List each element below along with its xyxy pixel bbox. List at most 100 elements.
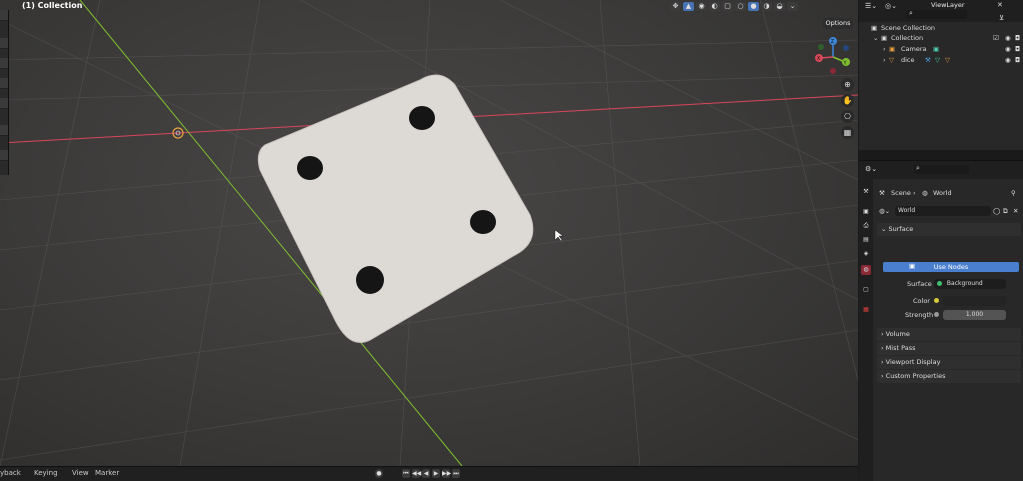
playback-menu[interactable]: yback xyxy=(0,469,21,477)
view-layer-label[interactable]: ViewLayer xyxy=(931,1,965,9)
outliner-row-camera[interactable]: › ▣ Camera ▣ ◉ ◘ xyxy=(859,45,1023,55)
world-browse-icon[interactable]: ◍⌄ xyxy=(879,207,890,215)
marker-menu[interactable]: Marker xyxy=(95,469,119,477)
view-layer-close-icon[interactable]: ✕ xyxy=(997,1,1003,9)
outliner-editor-icon[interactable]: ☰⌄ xyxy=(865,2,877,10)
search-icon: ⌕ xyxy=(909,9,913,17)
outliner-row-dice[interactable]: › ▽ dice ⚒ ▽ ▽ ◉ ◘ xyxy=(859,56,1023,66)
3d-viewport[interactable]: Y Z X (1) Collection ✥ ▲ ◉ ◐ ▢ ○ ● ◑ ◒ ⌄… xyxy=(0,0,858,466)
viewport-header-tools: ✥ ▲ ◉ ◐ ▢ ○ ● ◑ ◒ ⌄ xyxy=(670,0,798,12)
strength-value: 1.000 xyxy=(965,311,984,318)
eye-icon: ◉ xyxy=(1005,45,1011,53)
world-name-field[interactable]: World xyxy=(895,206,991,216)
jump-end-icon[interactable]: ⏭ xyxy=(452,469,460,478)
surface-shader-value: Background xyxy=(946,280,983,287)
breadcrumb-separator: › xyxy=(913,189,916,197)
outliner-panel: ☰⌄ ◎⌄ ⌕ ViewLayer ✕ ⊻ ▣ Scene Collection… xyxy=(859,0,1023,150)
outliner-header: ☰⌄ ◎⌄ ⌕ ViewLayer ✕ ⊻ xyxy=(859,0,1023,22)
options-dropdown[interactable]: Options xyxy=(823,18,853,29)
panel-label: Mist Pass xyxy=(885,344,916,352)
panel-label: Custom Properties xyxy=(885,372,946,380)
cursor-tool-icon[interactable] xyxy=(0,38,8,49)
surface-label: Surface xyxy=(907,280,932,288)
play-icon[interactable]: ▶ xyxy=(432,469,440,478)
outliner-row-collection[interactable]: ⌄ ▣ Collection ☑ ◉ ◘ xyxy=(859,34,1023,44)
prev-key-icon[interactable]: ◀◀ xyxy=(412,469,421,478)
jump-start-icon[interactable]: ⏮ xyxy=(402,469,410,478)
rotate-tool-icon[interactable] xyxy=(0,78,8,89)
properties-content: ⚒ Scene › ◍ World ⚲ ◍⌄ World ◯ ⧉ ✕ ⌄ Sur… xyxy=(875,179,1023,481)
camera-icon[interactable]: ⎔ xyxy=(841,110,854,123)
properties-editor-icon[interactable]: ⚙⌄ xyxy=(865,165,877,173)
visibility-icon[interactable]: ◐ xyxy=(709,1,720,11)
keying-menu[interactable]: Keying xyxy=(34,469,58,477)
outliner-item-label: Collection xyxy=(891,34,924,42)
mouse-cursor-icon xyxy=(554,229,564,242)
xray-icon[interactable]: ▢ xyxy=(722,1,733,11)
material-icon: ▽ xyxy=(945,56,950,64)
unlink-icon[interactable]: ✕ xyxy=(1013,207,1018,215)
scale-tool-icon[interactable] xyxy=(0,98,8,109)
shading-material-icon[interactable]: ◑ xyxy=(761,1,772,11)
scene-tab-icon[interactable]: ◈ xyxy=(861,249,871,259)
properties-panel: ⚙⌄ ⌕ ⚒ ▣ ⎙ ▤ ◈ ◍ ▢ ▦ ⚒ Scene › ◍ World ⚲… xyxy=(859,160,1023,481)
record-icon[interactable]: ● xyxy=(375,469,383,478)
render-tab-icon[interactable]: ▣ xyxy=(861,207,871,217)
shading-wire-icon[interactable]: ○ xyxy=(735,1,746,11)
snap-icon[interactable]: ▲ xyxy=(683,1,694,11)
use-nodes-button[interactable]: Use Nodes xyxy=(883,262,1019,272)
collection-tab-icon[interactable]: ▢ xyxy=(861,285,871,295)
proportional-edit-icon[interactable]: ◉ xyxy=(696,1,707,11)
dice-pip xyxy=(470,210,496,234)
filter-icon[interactable]: ◎⌄ xyxy=(885,2,897,10)
annotate-tool-icon[interactable] xyxy=(0,125,8,136)
shading-solid-icon[interactable]: ● xyxy=(748,1,759,11)
eye-icon: ◉ xyxy=(1005,56,1011,64)
next-key-icon[interactable]: ▶▶ xyxy=(442,469,451,478)
zoom-icon[interactable]: ⊕ xyxy=(841,78,854,91)
strength-socket-icon xyxy=(934,310,939,318)
texture-tab-icon[interactable]: ▦ xyxy=(861,305,871,315)
properties-search-input[interactable] xyxy=(914,165,969,174)
mesh-object-icon: ▽ xyxy=(889,56,894,64)
custom-properties-panel-header[interactable]: › Custom Properties xyxy=(877,370,1021,383)
fake-user-icon[interactable]: ◯ xyxy=(993,207,1000,215)
scene-collection-icon: ▣ xyxy=(871,24,878,32)
shader-socket-icon xyxy=(937,281,942,286)
funnel-icon[interactable]: ⊻ xyxy=(999,14,1004,22)
surface-shader-field[interactable]: Background xyxy=(934,279,1006,289)
panel-label: Volume xyxy=(885,330,910,338)
tool-tab-icon[interactable]: ⚒ xyxy=(861,187,871,197)
properties-tabs: ⚒ ▣ ⎙ ▤ ◈ ◍ ▢ ▦ xyxy=(859,179,873,481)
move-tool-icon[interactable] xyxy=(0,58,8,69)
gizmo-x-label: X xyxy=(817,56,821,62)
pin-icon[interactable]: ⚲ xyxy=(1011,189,1016,197)
viewport-grid: Y Z X xyxy=(0,0,858,466)
breadcrumb-scene: Scene xyxy=(891,189,911,197)
color-swatch[interactable] xyxy=(943,296,1006,306)
duplicate-icon[interactable]: ⧉ xyxy=(1003,207,1008,216)
select-tool-icon[interactable] xyxy=(0,10,8,21)
grid-icon[interactable]: ▦ xyxy=(841,126,854,139)
viewport-display-panel-header[interactable]: › Viewport Display xyxy=(877,356,1021,369)
shading-options-icon[interactable]: ⌄ xyxy=(787,1,798,11)
measure-tool-icon[interactable] xyxy=(0,150,8,161)
output-tab-icon[interactable]: ⎙ xyxy=(861,221,871,231)
camera-data-icon: ▣ xyxy=(933,45,940,53)
transform-pivot-icon[interactable]: ✥ xyxy=(670,1,681,11)
timeline-header: yback Keying View Marker ● ⏮ ◀◀ ◀ ▶ ▶▶ ⏭ xyxy=(0,466,858,481)
surface-panel-header[interactable]: ⌄ Surface xyxy=(877,223,1021,236)
view-layer-tab-icon[interactable]: ▤ xyxy=(861,235,871,245)
outliner-row-scene-collection[interactable]: ▣ Scene Collection xyxy=(859,24,1023,34)
panel-label: Viewport Display xyxy=(885,358,941,366)
hand-icon[interactable]: ✋ xyxy=(841,94,854,107)
shading-render-icon[interactable]: ◒ xyxy=(774,1,785,11)
play-reverse-icon[interactable]: ◀ xyxy=(422,469,430,478)
strength-field[interactable]: 1.000 xyxy=(943,310,1006,320)
outliner-search-input[interactable] xyxy=(907,10,967,19)
volume-panel-header[interactable]: › Volume xyxy=(877,328,1021,341)
world-tab-icon[interactable]: ◍ xyxy=(861,265,871,275)
view-menu[interactable]: View xyxy=(72,469,89,477)
mist-pass-panel-header[interactable]: › Mist Pass xyxy=(877,342,1021,355)
outliner-item-label: dice xyxy=(901,56,915,64)
